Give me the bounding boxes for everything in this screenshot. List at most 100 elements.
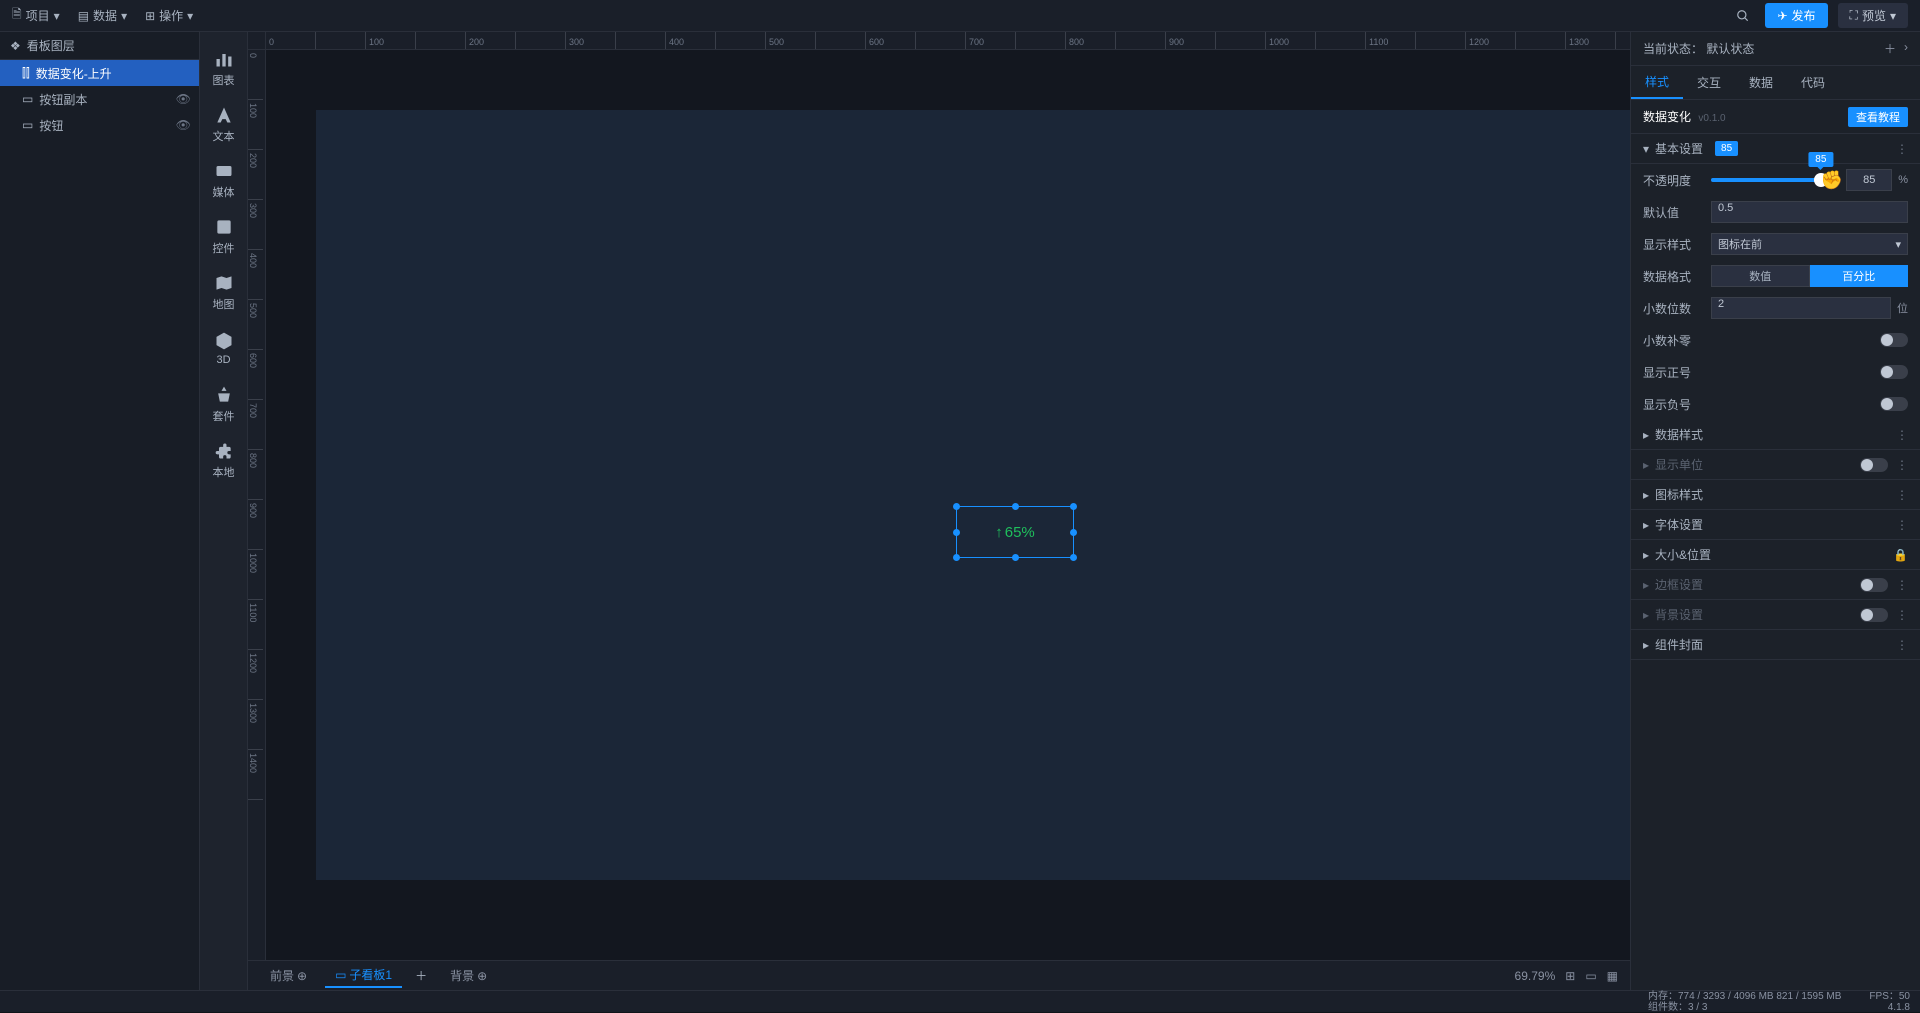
- tab-label: 交互: [1697, 74, 1721, 91]
- more-icon[interactable]: ⋮: [1896, 518, 1908, 532]
- tab-background[interactable]: 背景 ⊕: [440, 964, 497, 987]
- section-size-position[interactable]: ▸大小&位置 🔒: [1631, 540, 1920, 570]
- comp-text[interactable]: 文本: [200, 96, 248, 152]
- layer-item-button[interactable]: ▭ 按钮 👁: [0, 112, 199, 138]
- seg-label: 百分比: [1842, 268, 1875, 284]
- menu-actions[interactable]: ⊞ 操作 ▾: [145, 7, 193, 24]
- comp-map[interactable]: 地图: [200, 264, 248, 320]
- section-bg-settings[interactable]: ▸背景设置 ⋮: [1631, 600, 1920, 630]
- tab-label: 样式: [1645, 73, 1669, 90]
- memory-status: 内存：774 / 3293 / 4096 MB 821 / 1595 MB: [1648, 991, 1841, 1002]
- next-state-button[interactable]: ›: [1904, 40, 1908, 57]
- eye-icon[interactable]: 👁: [176, 92, 191, 106]
- comp-3d[interactable]: 3D: [200, 320, 248, 376]
- bg-toggle[interactable]: [1860, 608, 1888, 622]
- decimals-input[interactable]: 2: [1711, 297, 1891, 319]
- display-mode-select[interactable]: 图标在前▾: [1711, 233, 1908, 255]
- section-component-cover[interactable]: ▸组件封面 ⋮: [1631, 630, 1920, 660]
- default-value-input[interactable]: 0.5: [1711, 201, 1908, 223]
- canvas-inner[interactable]: ↑ 65%: [266, 50, 1630, 990]
- resize-handle-bm[interactable]: [1012, 554, 1019, 561]
- chevron-right-icon: ▸: [1643, 638, 1649, 652]
- layer-item-data-change[interactable]: ⫿⫿ 数据变化-上升: [0, 60, 199, 86]
- format-number-button[interactable]: 数值: [1711, 265, 1810, 287]
- section-basic-settings[interactable]: ▾基本设置 85 ⋮: [1631, 134, 1920, 164]
- tab-interact[interactable]: 交互: [1683, 66, 1735, 99]
- eye-icon[interactable]: 👁: [176, 118, 191, 132]
- show-plus-toggle[interactable]: [1880, 365, 1908, 379]
- section-title: 显示单位: [1655, 456, 1703, 473]
- more-icon[interactable]: ⋮: [1896, 638, 1908, 652]
- chevron-down-icon: ▾: [187, 9, 193, 23]
- tab-code[interactable]: 代码: [1787, 66, 1839, 99]
- text-icon: [214, 105, 234, 125]
- lock-icon[interactable]: 🔒: [1893, 548, 1908, 562]
- default-label: 默认值: [1643, 204, 1703, 221]
- plus-circle-icon[interactable]: ⊕: [477, 969, 487, 983]
- cube-icon: [214, 331, 234, 351]
- more-icon[interactable]: ⋮: [1896, 608, 1908, 622]
- tutorial-button[interactable]: 查看教程: [1848, 107, 1908, 127]
- add-state-button[interactable]: ＋: [1884, 40, 1896, 57]
- plus-circle-icon[interactable]: ⊕: [297, 969, 307, 983]
- ruler-toggle-icon[interactable]: ⊞: [1565, 969, 1575, 983]
- fit-icon[interactable]: ▭: [1585, 969, 1596, 983]
- menu-actions-label: 操作: [159, 7, 183, 24]
- preview-button[interactable]: ⛶ 预览 ▾: [1838, 3, 1908, 28]
- format-percent-button[interactable]: 百分比: [1810, 265, 1909, 287]
- resize-handle-tm[interactable]: [1012, 503, 1019, 510]
- tab-label: 子看板1: [349, 966, 392, 983]
- resize-handle-tr[interactable]: [1070, 503, 1077, 510]
- more-icon[interactable]: ⋮: [1896, 458, 1908, 472]
- section-display-unit[interactable]: ▸显示单位 ⋮: [1631, 450, 1920, 480]
- section-data-style[interactable]: ▸数据样式 ⋮: [1631, 420, 1920, 450]
- comp-control[interactable]: 控件: [200, 208, 248, 264]
- widget-content: ↑ 65%: [995, 524, 1035, 541]
- section-title: 大小&位置: [1655, 546, 1711, 563]
- comp-media[interactable]: 媒体: [200, 152, 248, 208]
- resize-handle-tl[interactable]: [953, 503, 960, 510]
- add-sub-board-button[interactable]: ＋: [410, 965, 432, 987]
- resize-handle-br[interactable]: [1070, 554, 1077, 561]
- search-button[interactable]: [1731, 4, 1755, 28]
- tab-data[interactable]: 数据: [1735, 66, 1787, 99]
- prop-data-format: 数据格式 数值 百分比: [1631, 260, 1920, 292]
- more-icon[interactable]: ⋮: [1896, 488, 1908, 502]
- seg-label: 数值: [1749, 268, 1771, 284]
- more-icon[interactable]: ⋮: [1896, 578, 1908, 592]
- comp-chart[interactable]: 图表: [200, 40, 248, 96]
- zoom-level[interactable]: 69.79%: [1515, 969, 1556, 983]
- layers-title: 看板图层: [27, 37, 75, 54]
- layers-list: ⫿⫿ 数据变化-上升 ▭ 按钮副本 👁 ▭ 按钮 👁: [0, 60, 199, 990]
- menu-data-label: 数据: [93, 7, 117, 24]
- menu-project[interactable]: 🗎 项目 ▾: [12, 5, 60, 26]
- opacity-slider[interactable]: 85 ✊: [1711, 178, 1840, 182]
- section-border-settings[interactable]: ▸边框设置 ⋮: [1631, 570, 1920, 600]
- ruler-vertical: 0100200300400500600700800900100011001200…: [248, 50, 266, 990]
- display-unit-toggle[interactable]: [1860, 458, 1888, 472]
- menu-data[interactable]: ▤ 数据 ▾: [78, 7, 127, 24]
- resize-handle-bl[interactable]: [953, 554, 960, 561]
- comp-label: 3D: [216, 354, 230, 366]
- more-icon[interactable]: ⋮: [1896, 142, 1908, 156]
- border-toggle[interactable]: [1860, 578, 1888, 592]
- section-font-settings[interactable]: ▸字体设置 ⋮: [1631, 510, 1920, 540]
- resize-handle-ml[interactable]: [953, 529, 960, 536]
- selected-widget[interactable]: ↑ 65%: [956, 506, 1074, 558]
- canvas-area[interactable]: 0100200300400500600700800900100011001200…: [248, 32, 1630, 990]
- tab-sub-board[interactable]: ▭ 子看板1: [325, 963, 402, 988]
- pad-zero-toggle[interactable]: [1880, 333, 1908, 347]
- resize-handle-mr[interactable]: [1070, 529, 1077, 536]
- opacity-value-input[interactable]: 85: [1846, 169, 1892, 191]
- section-icon-style[interactable]: ▸图标样式 ⋮: [1631, 480, 1920, 510]
- show-minus-toggle[interactable]: [1880, 397, 1908, 411]
- more-icon[interactable]: ⋮: [1896, 428, 1908, 442]
- dashboard-background[interactable]: [316, 110, 1630, 880]
- publish-button[interactable]: ✈ 发布: [1765, 3, 1827, 28]
- tab-style[interactable]: 样式: [1631, 66, 1683, 99]
- comp-kit[interactable]: 套件: [200, 376, 248, 432]
- tab-foreground[interactable]: 前景 ⊕: [260, 964, 317, 987]
- layer-item-button-copy[interactable]: ▭ 按钮副本 👁: [0, 86, 199, 112]
- settings-icon[interactable]: ▦: [1607, 969, 1618, 983]
- comp-local[interactable]: 本地: [200, 432, 248, 488]
